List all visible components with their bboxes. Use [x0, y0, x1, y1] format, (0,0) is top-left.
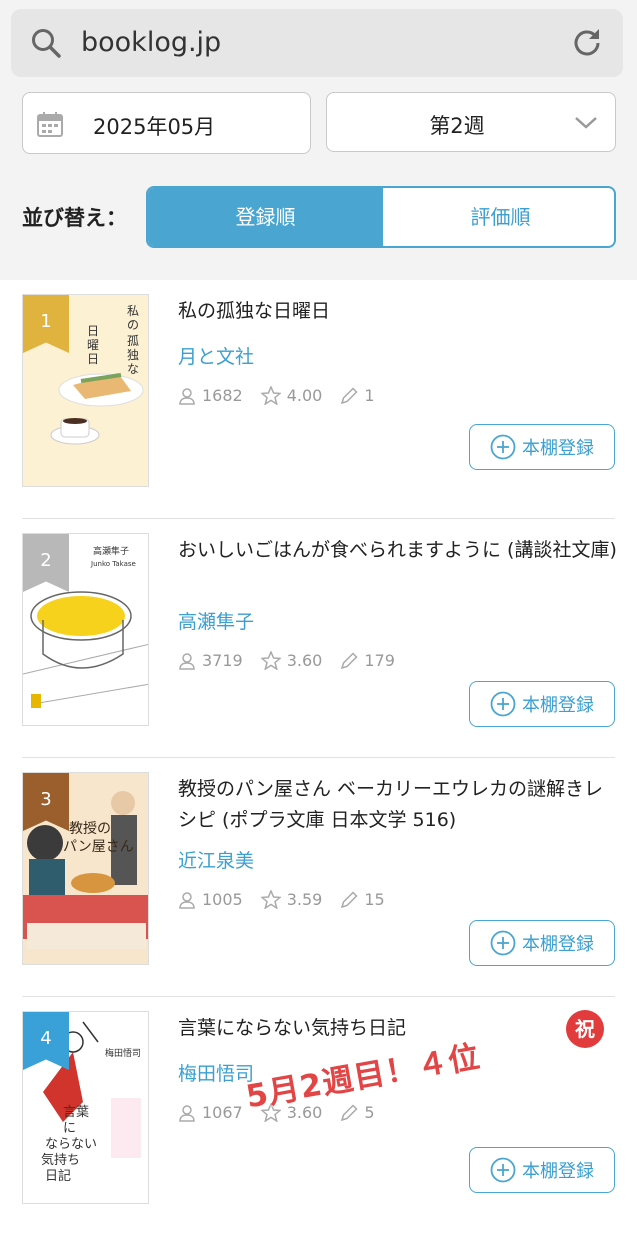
readers-count: 1682: [202, 386, 243, 405]
pencil-icon: [341, 890, 358, 908]
book-author[interactable]: 月と文社: [178, 342, 254, 369]
readers-count: 1005: [202, 890, 243, 909]
month-picker[interactable]: 2025年05月: [22, 92, 311, 154]
user-icon: [179, 387, 195, 405]
rating-value: 3.59: [286, 890, 323, 909]
week-select[interactable]: 第2週: [326, 92, 616, 152]
svg-text:な: な: [127, 362, 139, 376]
add-to-shelf-button[interactable]: 本棚登録: [469, 681, 615, 727]
add-to-shelf-label: 本棚登録: [522, 438, 594, 459]
chevron-down-icon: [575, 117, 597, 129]
svg-text:梅田悟司: 梅田悟司: [105, 1047, 141, 1059]
plus-circle-icon: [490, 434, 516, 460]
svg-text:パン屋さん: パン屋さん: [63, 839, 134, 855]
rating-value: 4.00: [286, 386, 323, 405]
book-stats: 3719 3.60 179: [178, 651, 413, 670]
book-item: 私 の 孤 独 な 日 曜 日 1 私の孤独な日曜日 月と文社 1682 4.0…: [0, 280, 637, 519]
review-count: 5: [364, 1103, 375, 1122]
book-title[interactable]: 教授のパン屋さん ベーカリーエウレカの謎解きレシピ (ポプラ文庫 日本文学 51…: [178, 774, 618, 836]
sort-label: 並び替え：: [22, 206, 127, 230]
plus-circle-icon: [490, 691, 516, 717]
celebration-badge: 祝: [566, 1010, 604, 1048]
pencil-icon: [341, 1103, 358, 1121]
svg-text:ならない: ならない: [45, 1137, 97, 1152]
book-stats: 1005 3.59 15: [178, 890, 403, 909]
readers-count: 1067: [202, 1103, 243, 1122]
review-count: 179: [364, 651, 395, 670]
rating-value: 3.60: [286, 651, 323, 670]
book-author[interactable]: 近江泉美: [178, 846, 254, 873]
book-stats: 1682 4.00 1: [178, 386, 393, 405]
svg-text:の: の: [127, 318, 139, 332]
book-cover[interactable]: 教授の パン屋さん 3: [22, 772, 149, 965]
calendar-icon: [37, 112, 63, 137]
star-icon: [260, 651, 281, 670]
book-title[interactable]: おいしいごはんが食べられますように (講談社文庫): [178, 535, 618, 566]
week-value: 第2週: [429, 114, 485, 138]
plus-circle-icon: [490, 1157, 516, 1183]
svg-text:に: に: [63, 1121, 76, 1136]
svg-text:日: 日: [87, 352, 99, 366]
book-item: 高瀬隼子 Junko Takase 2 おいしいごはんが食べられますように (講…: [0, 519, 637, 758]
book-title[interactable]: 言葉にならない気持ち日記: [178, 1013, 618, 1044]
sort-option-registration[interactable]: 登録順: [148, 188, 383, 246]
svg-text:言葉: 言葉: [63, 1105, 89, 1120]
star-icon: [260, 386, 281, 405]
sort-option-rating[interactable]: 評価順: [383, 188, 614, 246]
svg-text:独: 独: [127, 348, 139, 362]
book-author[interactable]: 高瀬隼子: [178, 607, 254, 634]
url-text[interactable]: booklog.jp: [81, 25, 221, 61]
user-icon: [179, 652, 195, 670]
svg-text:私: 私: [127, 304, 139, 318]
svg-text:日: 日: [87, 324, 99, 338]
book-item: 教授の パン屋さん 3 教授のパン屋さん ベーカリーエウレカの謎解きレシピ (ポ…: [0, 758, 637, 997]
add-to-shelf-button[interactable]: 本棚登録: [469, 424, 615, 470]
url-bar[interactable]: booklog.jp: [11, 9, 623, 77]
review-count: 15: [364, 890, 385, 909]
book-title[interactable]: 私の孤独な日曜日: [178, 296, 618, 327]
star-icon: [260, 890, 281, 909]
book-cover[interactable]: 梅田悟司 言葉 に ならない 気持ち 日記 4: [22, 1011, 149, 1204]
month-value: 2025年05月: [93, 115, 216, 139]
sort-toggle: 登録順 評価順: [146, 186, 616, 248]
svg-text:教授の: 教授の: [69, 821, 111, 837]
svg-text:曜: 曜: [87, 338, 99, 352]
reload-icon[interactable]: [569, 25, 605, 61]
search-icon[interactable]: [29, 26, 63, 60]
svg-text:日記: 日記: [45, 1168, 71, 1184]
add-to-shelf-button[interactable]: 本棚登録: [469, 1147, 615, 1193]
svg-text:高瀬隼子: 高瀬隼子: [93, 545, 129, 557]
readers-count: 3719: [202, 651, 243, 670]
svg-text:Junko Takase: Junko Takase: [90, 560, 136, 568]
user-icon: [179, 1104, 195, 1122]
browser-toolbar: booklog.jp: [0, 0, 637, 88]
book-cover[interactable]: 高瀬隼子 Junko Takase 2: [22, 533, 149, 726]
svg-text:気持ち: 気持ち: [41, 1152, 80, 1168]
user-icon: [179, 891, 195, 909]
add-to-shelf-label: 本棚登録: [522, 934, 594, 955]
add-to-shelf-label: 本棚登録: [522, 695, 594, 716]
add-to-shelf-button[interactable]: 本棚登録: [469, 920, 615, 966]
pencil-icon: [341, 651, 358, 669]
svg-text:孤: 孤: [127, 334, 139, 348]
filter-panel: 2025年05月 第2週 並び替え： 登録順 評価順: [0, 88, 637, 280]
pencil-icon: [341, 386, 358, 404]
book-item: 梅田悟司 言葉 に ならない 気持ち 日記 4 言葉にならない気持ち日記 梅田悟…: [0, 997, 637, 1236]
book-cover[interactable]: 私 の 孤 独 な 日 曜 日 1: [22, 294, 149, 487]
add-to-shelf-label: 本棚登録: [522, 1161, 594, 1182]
review-count: 1: [364, 386, 375, 405]
plus-circle-icon: [490, 930, 516, 956]
